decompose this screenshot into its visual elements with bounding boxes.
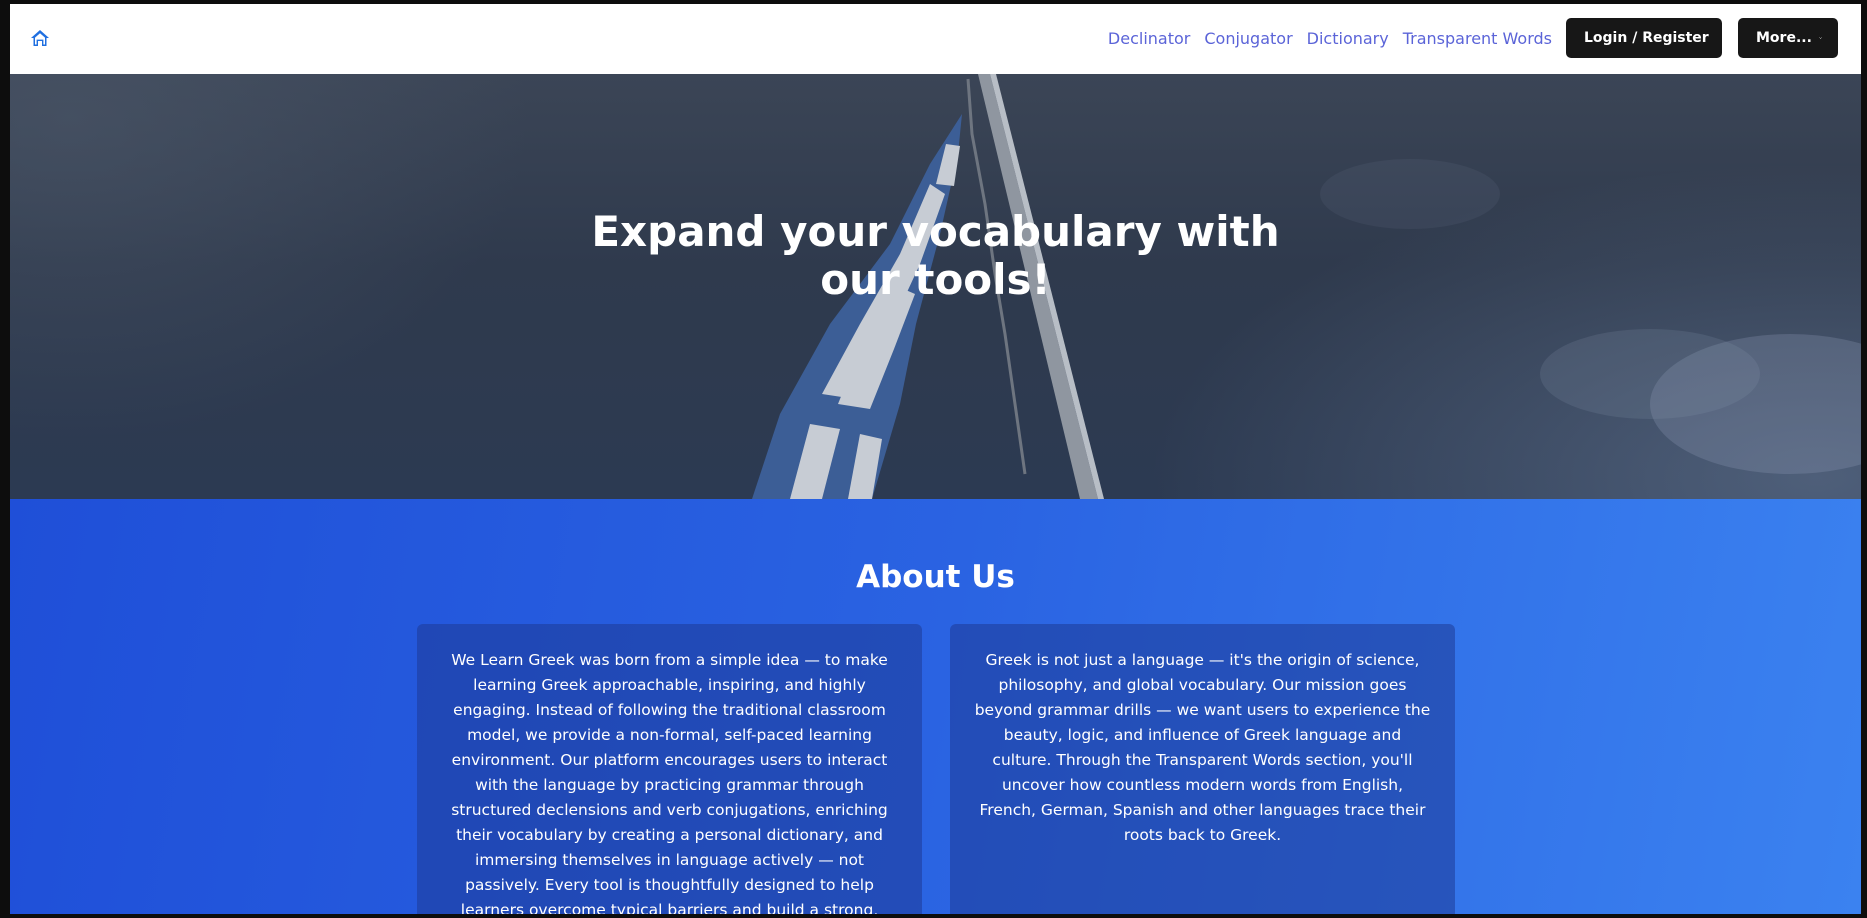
about-title: About Us (856, 559, 1015, 595)
more-label: More... (1756, 30, 1812, 46)
about-card-mission: Greek is not just a language — it's the … (950, 624, 1455, 914)
about-card-history: We Learn Greek was born from a simple id… (417, 624, 922, 914)
about-card-history-text: We Learn Greek was born from a simple id… (451, 651, 888, 914)
nav-link-declinator[interactable]: Declinator (1108, 29, 1190, 48)
nav-link-transparent-words[interactable]: Transparent Words (1403, 29, 1552, 48)
top-navbar: Declinator Conjugator Dictionary Transpa… (10, 4, 1861, 74)
hero-title: Expand your vocabulary with our tools! (591, 207, 1280, 304)
about-section: About Us We Learn Greek was born from a … (10, 499, 1861, 914)
login-register-label: Login / Register (1584, 30, 1709, 46)
nav-links: Declinator Conjugator Dictionary Transpa… (1108, 18, 1838, 58)
more-dropdown[interactable]: More... (1738, 18, 1838, 58)
chevron-down-icon (1819, 37, 1822, 39)
nav-link-dictionary[interactable]: Dictionary (1307, 29, 1389, 48)
hero-banner: Expand your vocabulary with our tools! (10, 74, 1861, 499)
browser-viewport: Declinator Conjugator Dictionary Transpa… (10, 4, 1861, 914)
nav-link-conjugator[interactable]: Conjugator (1204, 29, 1292, 48)
home-icon[interactable] (30, 28, 52, 50)
login-register-dropdown[interactable]: Login / Register (1566, 18, 1722, 58)
about-card-mission-text: Greek is not just a language — it's the … (974, 651, 1431, 844)
